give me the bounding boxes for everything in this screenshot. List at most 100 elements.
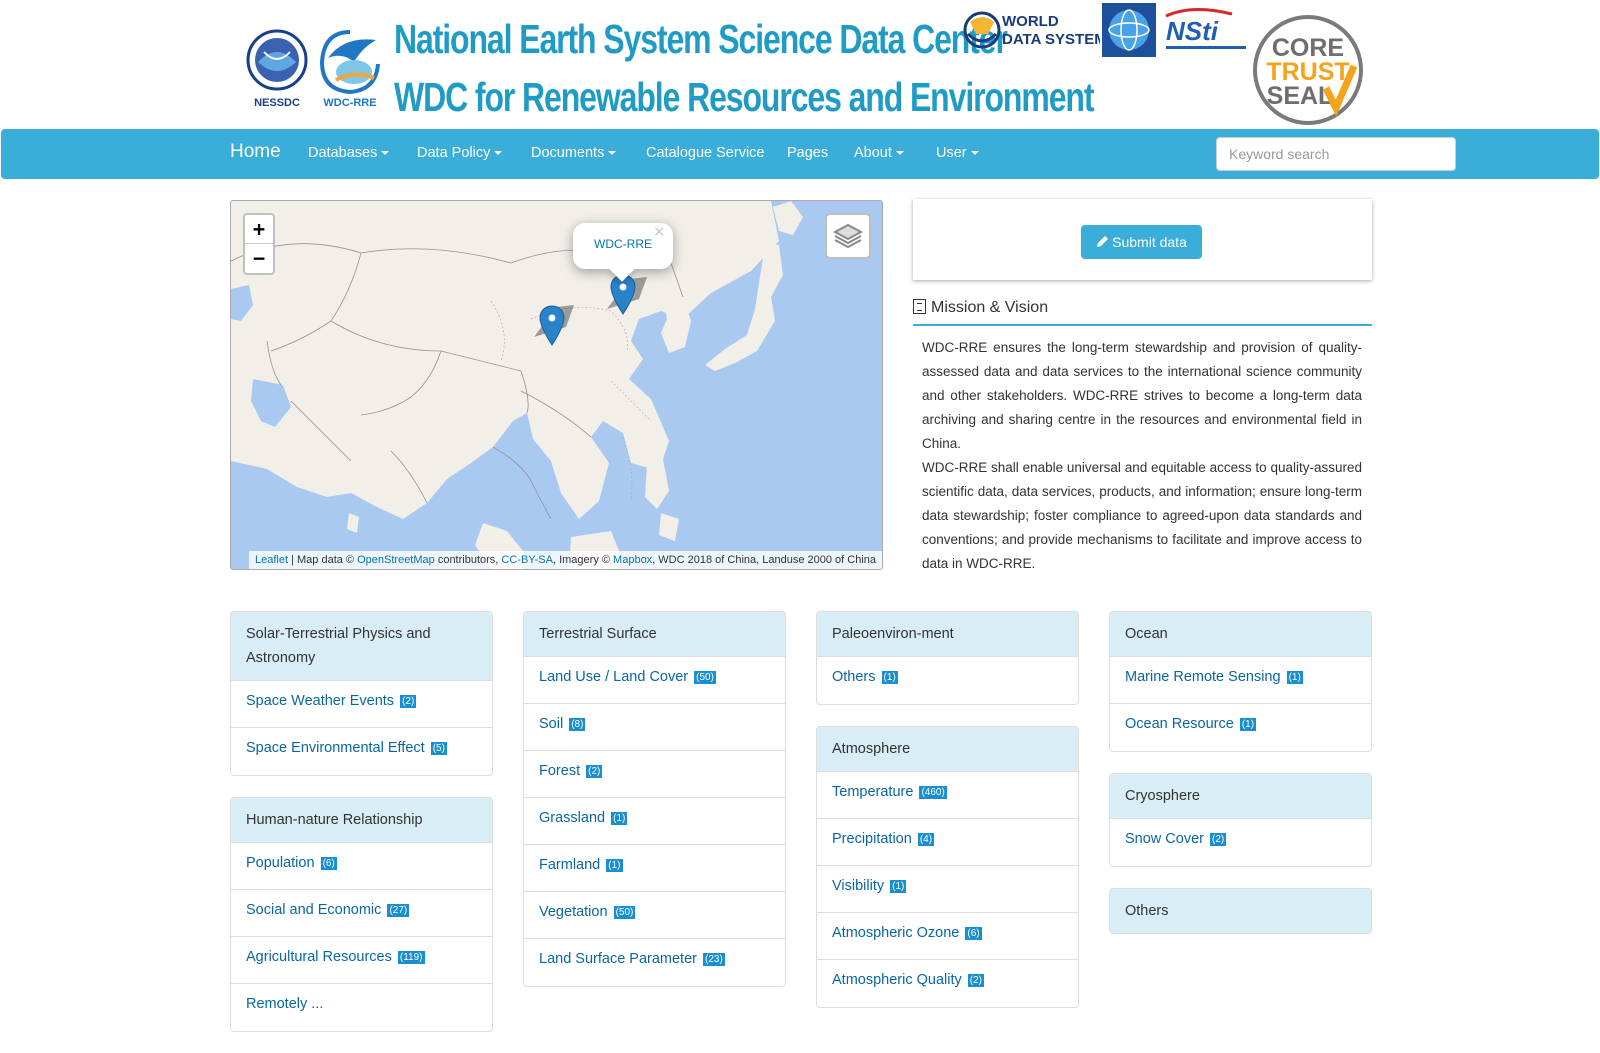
- category-panel-title[interactable]: Ocean: [1110, 612, 1371, 657]
- nsti-logo[interactable]: NSti: [1162, 6, 1250, 54]
- category-panel-title[interactable]: Atmosphere: [817, 727, 1078, 772]
- mission-vision-text: WDC-RRE ensures the long-term stewardshi…: [922, 336, 1362, 576]
- map-view[interactable]: + − WDC-RRE × Leaflet | Map data © OpenS…: [230, 200, 883, 570]
- zoom-control: + −: [243, 213, 275, 275]
- dataset-count-badge: (50): [694, 670, 716, 684]
- category-panel-title[interactable]: Paleoenviron-ment: [817, 612, 1078, 657]
- attrib-text-2: contributors,: [434, 554, 502, 566]
- category-link[interactable]: Land Use / Land Cover (50): [524, 657, 785, 704]
- category-link[interactable]: Forest (2): [524, 751, 785, 798]
- category-link[interactable]: Vegetation (50): [524, 892, 785, 939]
- submit-data-box: Submit data: [913, 199, 1372, 280]
- category-link[interactable]: Soil (8): [524, 704, 785, 751]
- dataset-count-badge: (2): [1210, 832, 1227, 846]
- dataset-count-badge: (2): [586, 764, 603, 778]
- submit-data-button[interactable]: Submit data: [1081, 225, 1202, 259]
- category-link-label: Temperature: [832, 784, 914, 800]
- nav-databases-label: Databases: [308, 145, 378, 161]
- category-link[interactable]: Others (1): [817, 657, 1078, 704]
- caret-down-icon: [895, 151, 904, 156]
- category-link-label: Land Surface Parameter: [539, 951, 697, 967]
- nav-catalogue-service-label: Catalogue Service: [646, 145, 765, 161]
- category-link[interactable]: Snow Cover (2): [1110, 819, 1371, 866]
- category-link-label: Atmospheric Quality: [832, 972, 962, 988]
- category-panel-title[interactable]: Terrestrial Surface: [524, 612, 785, 657]
- category-link[interactable]: Agricultural Resources (119): [231, 937, 492, 984]
- list-alt-icon: [913, 299, 926, 314]
- category-link[interactable]: Precipitation (4): [817, 819, 1078, 866]
- world-data-system-logo[interactable]: WORLD DATA SYSTEM: [962, 4, 1100, 54]
- nav-documents[interactable]: Documents: [531, 145, 617, 161]
- category-column-2: Terrestrial Surface Land Use / Land Cover…: [523, 611, 786, 1008]
- pencil-icon: [1097, 236, 1109, 247]
- cc-by-sa-link[interactable]: CC-BY-SA: [501, 554, 553, 566]
- marker-popup: WDC-RRE ×: [573, 223, 673, 282]
- category-panel: Atmosphere Temperature (460) Precipitation…: [816, 726, 1079, 1008]
- nav-documents-label: Documents: [531, 145, 605, 161]
- category-panel: Solar-Terrestrial Physics and Astronomy S…: [230, 611, 493, 776]
- openstreetmap-link[interactable]: OpenStreetMap: [357, 554, 435, 566]
- category-link[interactable]: Space Weather Events (2): [231, 681, 492, 728]
- nessdc-logo[interactable]: NESSDC: [244, 22, 310, 112]
- layers-button[interactable]: [825, 213, 871, 259]
- category-link[interactable]: Marine Remote Sensing (1): [1110, 657, 1371, 704]
- category-link[interactable]: Ocean Resource (1): [1110, 704, 1371, 751]
- nav-data-policy-label: Data Policy: [417, 145, 491, 161]
- core-trust-seal-logo[interactable]: CORE TRUST SEAL: [1250, 14, 1366, 126]
- category-link-label: Space Weather Events: [246, 693, 395, 709]
- category-link[interactable]: Space Environmental Effect (5): [231, 728, 492, 775]
- nav-pages[interactable]: Pages: [787, 145, 828, 161]
- category-link[interactable]: Population (6): [231, 843, 492, 890]
- dataset-count-badge: (23): [703, 952, 725, 966]
- category-panel-title[interactable]: Others: [1110, 889, 1371, 933]
- dataset-count-badge: (460): [919, 785, 947, 799]
- dataset-count-badge: (8): [569, 717, 586, 731]
- category-link-label: Snow Cover: [1125, 831, 1204, 847]
- category-link-label: Vegetation: [539, 904, 608, 920]
- category-link[interactable]: Temperature (460): [817, 772, 1078, 819]
- svg-text:NSti: NSti: [1166, 16, 1219, 46]
- category-link-label: Remotely ...: [246, 996, 324, 1012]
- category-panel-title[interactable]: Human-nature Relationship: [231, 798, 492, 843]
- category-panel: Paleoenviron-ment Others (1): [816, 611, 1079, 705]
- nav-about[interactable]: About: [854, 145, 904, 161]
- category-link-label: Land Use / Land Cover: [539, 669, 689, 685]
- category-panel-title[interactable]: Cryosphere: [1110, 774, 1371, 819]
- category-column-4: Ocean Marine Remote Sensing (1) Ocean Reso…: [1109, 611, 1372, 955]
- category-link[interactable]: Remotely ...: [231, 984, 492, 1031]
- nav-home[interactable]: Home: [230, 141, 281, 163]
- mapbox-link[interactable]: Mapbox: [613, 554, 652, 566]
- category-panel-title[interactable]: Solar-Terrestrial Physics and Astronomy: [231, 612, 492, 681]
- popup-close-icon[interactable]: ×: [653, 224, 665, 240]
- attrib-text-3: , Imagery ©: [552, 554, 614, 566]
- leaflet-link[interactable]: Leaflet: [255, 554, 288, 566]
- map-tiles[interactable]: [231, 201, 883, 570]
- nav-data-policy[interactable]: Data Policy: [417, 145, 503, 161]
- category-link[interactable]: Grassland (1): [524, 798, 785, 845]
- site-banner: NESSDC WDC-RRE National Earth System Sci…: [0, 0, 1600, 128]
- svg-text:SEAL: SEAL: [1267, 82, 1334, 110]
- keyword-search-input[interactable]: [1216, 137, 1456, 171]
- caret-down-icon: [608, 151, 617, 156]
- map-attribution: Leaflet | Map data © OpenStreetMap contr…: [249, 551, 882, 569]
- category-link[interactable]: Visibility (1): [817, 866, 1078, 913]
- dataset-count-badge: (2): [967, 973, 985, 987]
- nav-catalogue-service[interactable]: Catalogue Service: [646, 145, 765, 161]
- nav-databases[interactable]: Databases: [308, 145, 390, 161]
- category-link[interactable]: Atmospheric Ozone (6): [817, 913, 1078, 960]
- category-link[interactable]: Social and Economic (27): [231, 890, 492, 937]
- dataset-count-badge: (6): [320, 856, 337, 870]
- zoom-in-button[interactable]: +: [245, 215, 273, 244]
- svg-text:WDC-RRE: WDC-RRE: [323, 97, 376, 109]
- map-marker-icon[interactable]: [539, 305, 565, 346]
- category-link-label: Agricultural Resources: [246, 949, 392, 965]
- attrib-text-1: | Map data ©: [288, 554, 358, 566]
- category-link[interactable]: Farmland (1): [524, 845, 785, 892]
- category-link[interactable]: Land Surface Parameter (23): [524, 939, 785, 986]
- zoom-out-button[interactable]: −: [245, 244, 273, 273]
- nav-user[interactable]: User: [936, 145, 979, 161]
- icsu-globe-logo[interactable]: [1102, 3, 1156, 57]
- wdc-rre-logo[interactable]: WDC-RRE: [314, 22, 386, 112]
- svg-text:DATA SYSTEM: DATA SYSTEM: [1002, 31, 1100, 48]
- dataset-count-badge: (119): [397, 950, 425, 964]
